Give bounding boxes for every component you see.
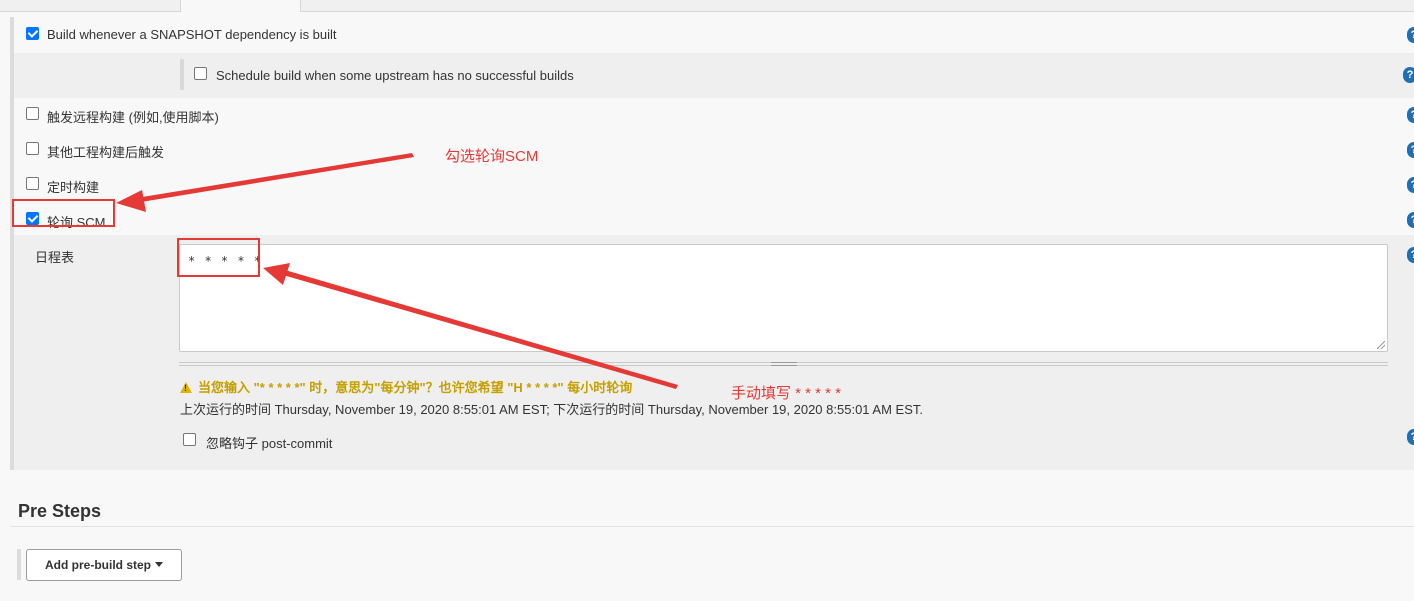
annotation-arrows [116, 153, 678, 389]
arrow-shaft-poll [135, 153, 414, 203]
arrowhead-poll-icon [116, 190, 146, 212]
arrowhead-schedule-icon [263, 263, 290, 285]
arrow-shaft-schedule [283, 270, 678, 389]
